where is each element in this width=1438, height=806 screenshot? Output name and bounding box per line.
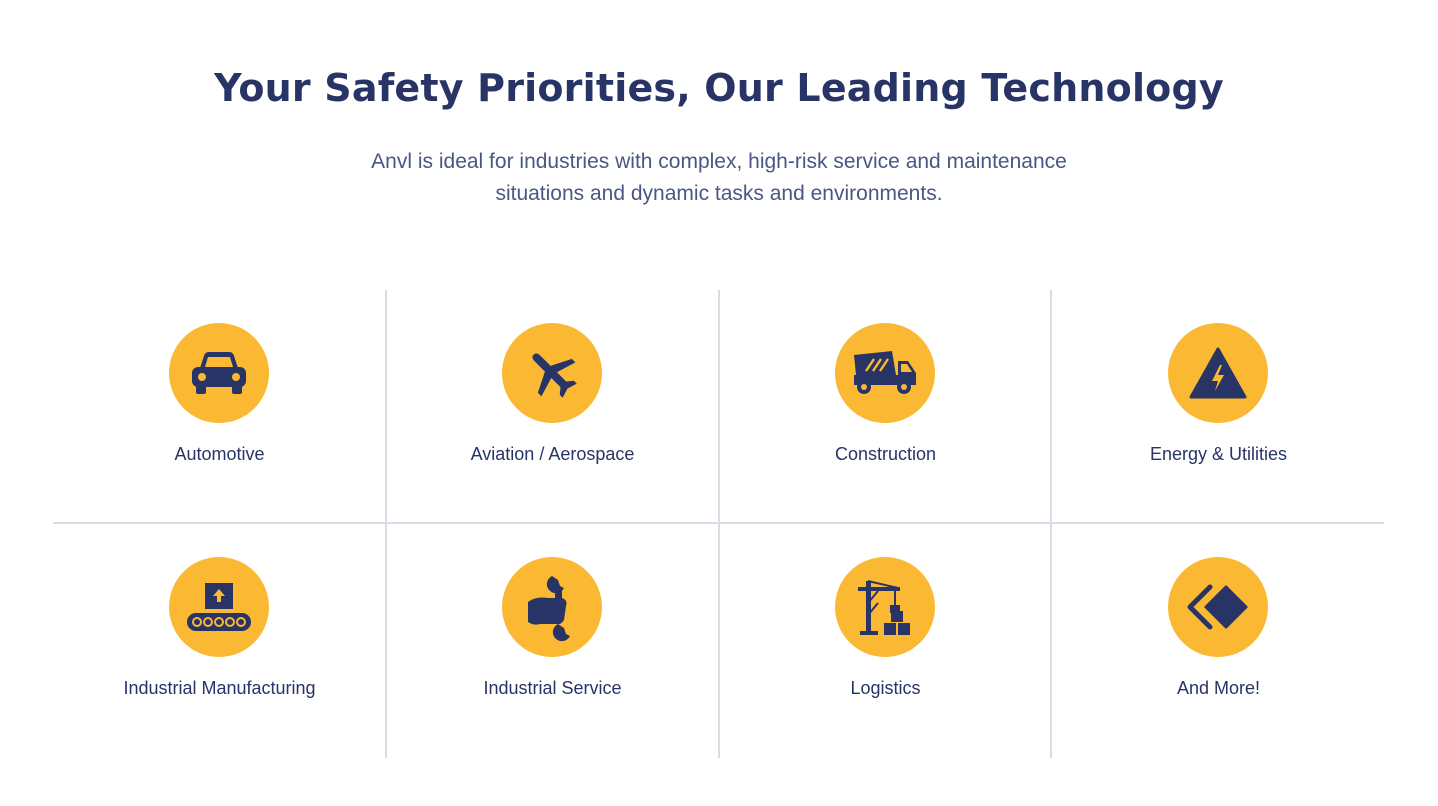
industry-icon-badge [169,323,269,423]
industry-icon-badge [835,557,935,657]
crane-boxes-icon [858,580,910,635]
industry-label: Industrial Service [483,678,622,698]
subtitle-line-1: Anvl is ideal for industries with comple… [371,150,1067,173]
industry-card-automotive[interactable]: Automotive [53,290,386,524]
industry-label: Logistics [850,678,921,698]
page-subtitle: Anvl is ideal for industries with comple… [319,146,1119,210]
industry-label: Energy & Utilities [1149,444,1288,464]
industry-card-and-more[interactable]: And More! [1052,524,1385,758]
industry-label: Automotive [174,444,265,464]
industries-grid: Automotive Aviation / Aerospace Construc… [53,290,1384,758]
industry-icon-badge [1168,557,1268,657]
page-title: Your Safety Priorities, Our Leading Tech… [214,66,1224,110]
industry-icon-badge [502,557,602,657]
industry-label: And More! [1176,678,1261,698]
conveyor-belt-icon [187,583,251,631]
industry-card-industrial-service[interactable]: Industrial Service [386,524,719,758]
industry-card-logistics[interactable]: Logistics [719,524,1052,758]
industry-icon-badge [502,323,602,423]
industry-icon-badge [1168,323,1268,423]
industry-label: Aviation / Aerospace [470,444,635,464]
industry-card-construction[interactable]: Construction [719,290,1052,524]
industry-card-energy-utilities[interactable]: Energy & Utilities [1052,290,1385,524]
industry-card-industrial-manufacturing[interactable]: Industrial Manufacturing [53,524,386,758]
industry-label: Industrial Manufacturing [123,678,316,698]
diamond-shapes-icon [1187,584,1248,630]
airplane-icon [532,353,577,398]
industry-icon-badge [835,323,935,423]
hand-wrench-icon [528,576,570,642]
high-voltage-warning-icon [1189,347,1247,399]
industry-icon-badge [169,557,269,657]
dump-truck-icon [854,351,916,394]
subtitle-line-2: situations and dynamic tasks and environ… [495,182,943,205]
industry-card-aviation-aerospace[interactable]: Aviation / Aerospace [386,290,719,524]
industry-label: Construction [834,444,937,464]
car-icon [192,352,246,394]
